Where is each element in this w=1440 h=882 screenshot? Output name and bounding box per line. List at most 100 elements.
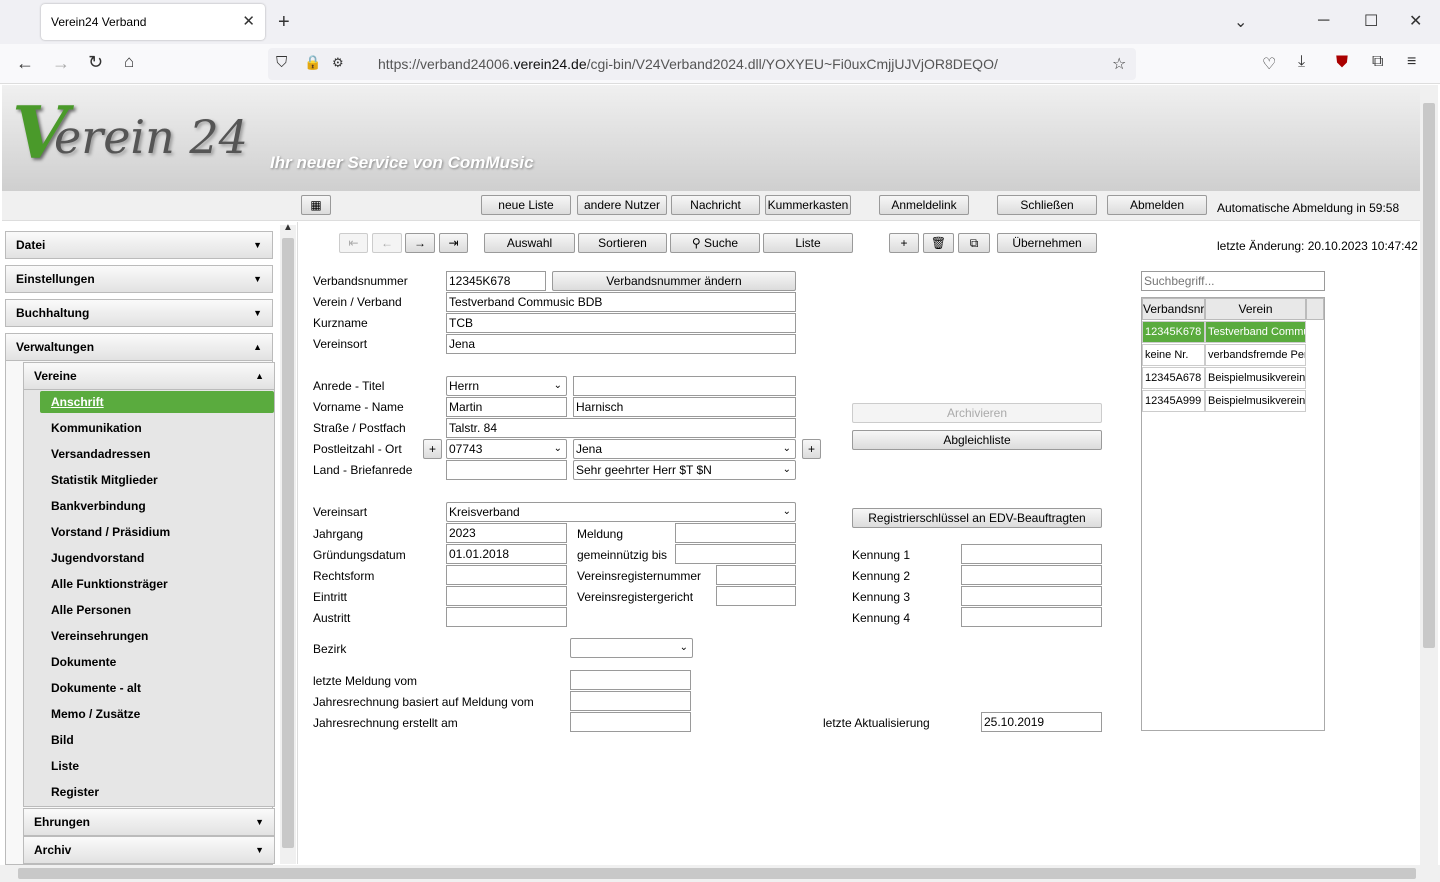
letzte-akt-field[interactable]: 25.10.2019 <box>981 712 1102 732</box>
pocket-icon[interactable]: ♡ <box>1262 54 1276 74</box>
menu-ehrungen[interactable]: Ehrungen ▼ <box>23 808 275 836</box>
menu-einstellungen[interactable]: Einstellungen ▼ <box>5 265 273 293</box>
kennung4-field[interactable] <box>961 607 1102 627</box>
nav-first-button[interactable]: ⇤ <box>339 233 368 253</box>
plz-add-button[interactable]: + <box>423 439 442 459</box>
permissions-icon[interactable]: ⚙ <box>332 55 344 71</box>
gruendung-field[interactable]: 01.01.2018 <box>446 544 567 564</box>
sidebar-item-memo[interactable]: Memo / Zusätze <box>40 703 274 725</box>
col-verbandsnr[interactable]: Verbandsnr <box>1142 298 1205 320</box>
ublock-icon[interactable]: ⛊ <box>1336 54 1348 72</box>
page-scrollbar-thumb[interactable] <box>1423 103 1435 648</box>
sidebar-item-liste[interactable]: Liste <box>40 755 274 777</box>
list-cell-verein[interactable]: Beispielmusikverein <box>1205 367 1306 389</box>
maximize-icon[interactable]: ☐ <box>1364 11 1378 31</box>
sidebar-item-register[interactable]: Register <box>40 781 274 803</box>
menu-verwaltungen[interactable]: Verwaltungen ▲ <box>5 333 273 361</box>
vereinsart-select[interactable]: Kreisverband ⌄ <box>446 502 796 522</box>
sortieren-button[interactable]: Sortieren <box>578 233 667 253</box>
list-cell-nr[interactable]: 12345K678 <box>1142 321 1205 343</box>
forward-icon[interactable]: → <box>52 53 70 74</box>
window-close-icon[interactable]: ✕ <box>1409 11 1422 31</box>
suche-button[interactable]: ⚲ Suche <box>670 233 760 253</box>
sidebar-item-versandadressen[interactable]: Versandadressen <box>40 443 274 465</box>
briefanrede-select[interactable]: Sehr geehrter Herr $T $N ⌄ <box>573 460 796 480</box>
name-field[interactable]: Harnisch <box>573 397 796 417</box>
menu-vereine[interactable]: Vereine ▲ <box>23 362 275 390</box>
sidebar-item-alle-personen[interactable]: Alle Personen <box>40 599 274 621</box>
kummerkasten-button[interactable]: Kummerkasten <box>765 195 851 215</box>
col-verein[interactable]: Verein <box>1205 298 1306 320</box>
sidebar-item-anschrift[interactable]: Anschrift <box>40 391 274 413</box>
jr-basiert-field[interactable] <box>570 691 691 711</box>
list-cell-nr[interactable]: 12345A678 <box>1142 367 1205 389</box>
url-bar[interactable]: ⛉ 🔒 ⚙ https://verband24006.verein24.de/c… <box>268 48 1136 80</box>
abgleichliste-button[interactable]: Abgleichliste <box>852 430 1102 450</box>
sidebar-item-jugendvorstand[interactable]: Jugendvorstand <box>40 547 274 569</box>
page-vertical-scrollbar[interactable] <box>1420 85 1438 865</box>
kennung2-field[interactable] <box>961 565 1102 585</box>
reload-icon[interactable]: ↻ <box>88 52 103 73</box>
anrede-select[interactable]: Herrn ⌄ <box>446 376 567 396</box>
registrierschluessel-button[interactable]: Registrierschlüssel an EDV-Beauftragten <box>852 508 1102 528</box>
archivieren-button[interactable]: Archivieren <box>852 403 1102 423</box>
menu-button[interactable]: ▦ <box>301 195 331 215</box>
sidebar-item-dokumente-alt[interactable]: Dokumente - alt <box>40 677 274 699</box>
verbandsnummer-field[interactable]: 12345K678 <box>446 271 546 291</box>
anmeldelink-button[interactable]: Anmeldelink <box>879 195 969 215</box>
home-icon[interactable]: ⌂ <box>124 52 134 72</box>
eintritt-field[interactable] <box>446 586 567 606</box>
bezirk-select[interactable]: ⌄ <box>570 638 693 658</box>
rechtsform-field[interactable] <box>446 565 567 585</box>
meldung-field[interactable] <box>675 523 796 543</box>
abmelden-button[interactable]: Abmelden <box>1107 195 1207 215</box>
sidebar-item-vereinsehrungen[interactable]: Vereinsehrungen <box>40 625 274 647</box>
kurzname-field[interactable]: TCB <box>446 313 796 333</box>
jahrgang-field[interactable]: 2023 <box>446 523 567 543</box>
sidebar-scroll-up-icon[interactable]: ▲ <box>283 222 293 233</box>
menu-archiv[interactable]: Archiv ▼ <box>23 836 275 864</box>
sidebar-item-dokumente[interactable]: Dokumente <box>40 651 274 673</box>
jr-erstellt-field[interactable] <box>570 712 691 732</box>
ort-select[interactable]: Jena ⌄ <box>573 439 796 459</box>
nav-last-button[interactable]: ⇥ <box>439 233 468 253</box>
add-button[interactable]: + <box>889 233 919 253</box>
andere-nutzer-button[interactable]: andere Nutzer <box>577 195 667 215</box>
tab-list-chevron-icon[interactable]: ⌄ <box>1234 12 1247 32</box>
sidebar-item-vorstand[interactable]: Vorstand / Präsidium <box>40 521 274 543</box>
list-search-input[interactable] <box>1141 271 1325 291</box>
list-cell-verein[interactable]: Beispielmusikverein <box>1205 390 1306 412</box>
nachricht-button[interactable]: Nachricht <box>671 195 760 215</box>
sidebar-item-kommunikation[interactable]: Kommunikation <box>40 417 274 439</box>
sidebar-item-funktionstraeger[interactable]: Alle Funktionsträger <box>40 573 274 595</box>
auswahl-button[interactable]: Auswahl <box>484 233 575 253</box>
verbandsnummer-aendern-button[interactable]: Verbandsnummer ändern <box>552 271 796 291</box>
sidebar-scrollbar-thumb[interactable] <box>282 238 294 848</box>
shield-icon[interactable]: ⛉ <box>276 54 287 71</box>
back-icon[interactable]: ← <box>16 53 34 74</box>
page-hscrollbar-thumb[interactable] <box>18 868 1416 879</box>
plz-select[interactable]: 07743 ⌄ <box>446 439 567 459</box>
schliessen-button[interactable]: Schließen <box>997 195 1097 215</box>
lock-icon[interactable]: 🔒 <box>304 54 321 71</box>
kennung3-field[interactable] <box>961 586 1102 606</box>
sidebar-item-bankverbindung[interactable]: Bankverbindung <box>40 495 274 517</box>
verein-field[interactable]: Testverband Commusic BDB <box>446 292 796 312</box>
menu-datei[interactable]: Datei ▼ <box>5 231 273 259</box>
url-text[interactable]: https://verband24006.verein24.de/cgi-bin… <box>378 56 998 72</box>
app-menu-icon[interactable]: ≡ <box>1407 53 1416 71</box>
page-horizontal-scrollbar[interactable] <box>0 865 1440 882</box>
neue-liste-button[interactable]: neue Liste <box>481 195 571 215</box>
vorname-field[interactable]: Martin <box>446 397 567 417</box>
extensions-icon[interactable]: ⧉ <box>1372 53 1383 71</box>
menu-buchhaltung[interactable]: Buchhaltung ▼ <box>5 299 273 327</box>
kennung1-field[interactable] <box>961 544 1102 564</box>
gemein-field[interactable] <box>675 544 796 564</box>
delete-button[interactable]: 🗑 <box>923 233 954 253</box>
letzte-meldung-field[interactable] <box>570 670 691 690</box>
list-cell-verein[interactable]: verbandsfremde Personen <box>1205 344 1306 366</box>
list-cell-nr[interactable]: keine Nr. <box>1142 344 1205 366</box>
vregnr-field[interactable] <box>716 565 796 585</box>
titel-field[interactable] <box>573 376 796 396</box>
browser-tab[interactable]: Verein24 Verband ✕ <box>41 4 265 40</box>
